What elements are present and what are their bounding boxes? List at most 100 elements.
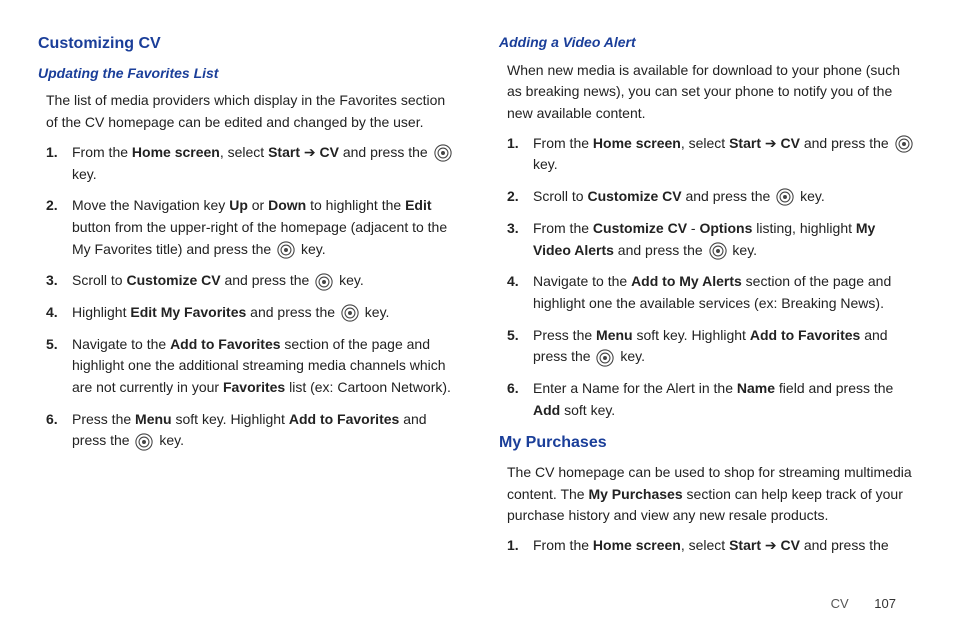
text: soft key. — [560, 402, 615, 418]
text: soft key. Highlight — [172, 411, 289, 427]
text: - — [687, 220, 699, 236]
text: and press the — [221, 272, 314, 288]
text: Navigate to the — [533, 273, 631, 289]
list-item: 4. Highlight Edit My Favorites and press… — [46, 302, 455, 324]
text-bold: Menu — [596, 327, 633, 343]
footer-section: CV — [831, 596, 849, 611]
intro-paragraph: The CV homepage can be used to shop for … — [507, 462, 916, 527]
step-number: 2. — [507, 186, 533, 208]
text-bold: Menu — [135, 411, 172, 427]
text: Scroll to — [72, 272, 126, 288]
text: From the — [533, 537, 593, 553]
text: Move the Navigation key — [72, 197, 229, 213]
text-bold: Down — [268, 197, 306, 213]
text: listing, highlight — [752, 220, 856, 236]
heading-customizing-cv: Customizing CV — [38, 32, 455, 57]
ok-key-icon — [434, 144, 452, 162]
step-number: 1. — [46, 142, 72, 185]
text: key. — [796, 188, 825, 204]
text: soft key. Highlight — [633, 327, 750, 343]
text: From the — [72, 144, 132, 160]
subheading-updating-favorites: Updating the Favorites List — [38, 63, 455, 85]
text: key. — [729, 242, 758, 258]
text-bold: Edit My Favorites — [130, 304, 246, 320]
text: key. — [533, 156, 558, 172]
text-bold: Home screen — [593, 135, 681, 151]
step-number: 6. — [507, 378, 533, 421]
text: button from the upper-right of the homep… — [72, 219, 447, 257]
step-number: 3. — [507, 218, 533, 261]
text-bold: Name — [737, 380, 775, 396]
list-item: 1. From the Home screen, select Start ➔ … — [507, 535, 916, 557]
subheading-adding-video-alert: Adding a Video Alert — [499, 32, 916, 54]
text: Highlight — [72, 304, 130, 320]
step-body: Scroll to Customize CV and press the key… — [72, 270, 455, 292]
text: and press the — [339, 144, 432, 160]
text: Enter a Name for the Alert in the — [533, 380, 737, 396]
text-bold: Customize CV — [587, 188, 681, 204]
text: key. — [335, 272, 364, 288]
step-body: From the Home screen, select Start ➔ CV … — [72, 142, 455, 185]
text: , select — [681, 135, 729, 151]
text: From the — [533, 220, 593, 236]
list-item: 1. From the Home screen, select Start ➔ … — [507, 133, 916, 176]
text: Scroll to — [533, 188, 587, 204]
step-body: From the Home screen, select Start ➔ CV … — [533, 535, 916, 557]
list-item: 6. Press the Menu soft key. Highlight Ad… — [46, 409, 455, 452]
step-body: From the Home screen, select Start ➔ CV … — [533, 133, 916, 176]
text-bold: Start — [729, 135, 761, 151]
ok-key-icon — [776, 188, 794, 206]
step-body: Press the Menu soft key. Highlight Add t… — [72, 409, 455, 452]
step-number: 1. — [507, 133, 533, 176]
text-bold: Home screen — [132, 144, 220, 160]
text-bold: Favorites — [223, 379, 285, 395]
step-body: Enter a Name for the Alert in the Name f… — [533, 378, 916, 421]
page-columns: Customizing CV Updating the Favorites Li… — [38, 32, 916, 567]
step-body: Scroll to Customize CV and press the key… — [533, 186, 916, 208]
arrow: ➔ — [300, 144, 320, 160]
step-number: 6. — [46, 409, 72, 452]
left-column: Customizing CV Updating the Favorites Li… — [38, 32, 455, 567]
text-bold: My Purchases — [588, 486, 682, 502]
steps-list-left: 1. From the Home screen, select Start ➔ … — [38, 142, 455, 452]
text-bold: Up — [229, 197, 248, 213]
text: Press the — [72, 411, 135, 427]
list-item: 6. Enter a Name for the Alert in the Nam… — [507, 378, 916, 421]
text: and press the — [614, 242, 707, 258]
text: From the — [533, 135, 593, 151]
text-bold: Add to Favorites — [289, 411, 399, 427]
text-bold: Home screen — [593, 537, 681, 553]
text-bold: Edit — [405, 197, 431, 213]
text: or — [248, 197, 268, 213]
text: Press the — [533, 327, 596, 343]
text-bold: Start — [729, 537, 761, 553]
step-number: 5. — [507, 325, 533, 368]
ok-key-icon — [341, 304, 359, 322]
step-body: Navigate to the Add to My Alerts section… — [533, 271, 916, 314]
text-bold: CV — [781, 537, 800, 553]
text: and press the — [246, 304, 339, 320]
list-item: 3. Scroll to Customize CV and press the … — [46, 270, 455, 292]
text: key. — [361, 304, 390, 320]
ok-key-icon — [596, 349, 614, 367]
text-bold: Customize CV — [126, 272, 220, 288]
arrow: ➔ — [761, 537, 781, 553]
text-bold: CV — [781, 135, 800, 151]
text: to highlight the — [306, 197, 405, 213]
right-column: Adding a Video Alert When new media is a… — [499, 32, 916, 567]
text: , select — [220, 144, 268, 160]
list-item: 2. Scroll to Customize CV and press the … — [507, 186, 916, 208]
ok-key-icon — [709, 242, 727, 260]
text-bold: Start — [268, 144, 300, 160]
list-item: 1. From the Home screen, select Start ➔ … — [46, 142, 455, 185]
text-bold: Add to Favorites — [750, 327, 860, 343]
list-item: 5. Navigate to the Add to Favorites sect… — [46, 334, 455, 399]
step-body: From the Customize CV - Options listing,… — [533, 218, 916, 261]
intro-paragraph: When new media is available for download… — [507, 60, 916, 125]
text: field and press the — [775, 380, 893, 396]
list-item: 2. Move the Navigation key Up or Down to… — [46, 195, 455, 260]
text-bold: Add to Favorites — [170, 336, 280, 352]
step-number: 2. — [46, 195, 72, 260]
step-number: 4. — [507, 271, 533, 314]
text: key. — [72, 166, 97, 182]
